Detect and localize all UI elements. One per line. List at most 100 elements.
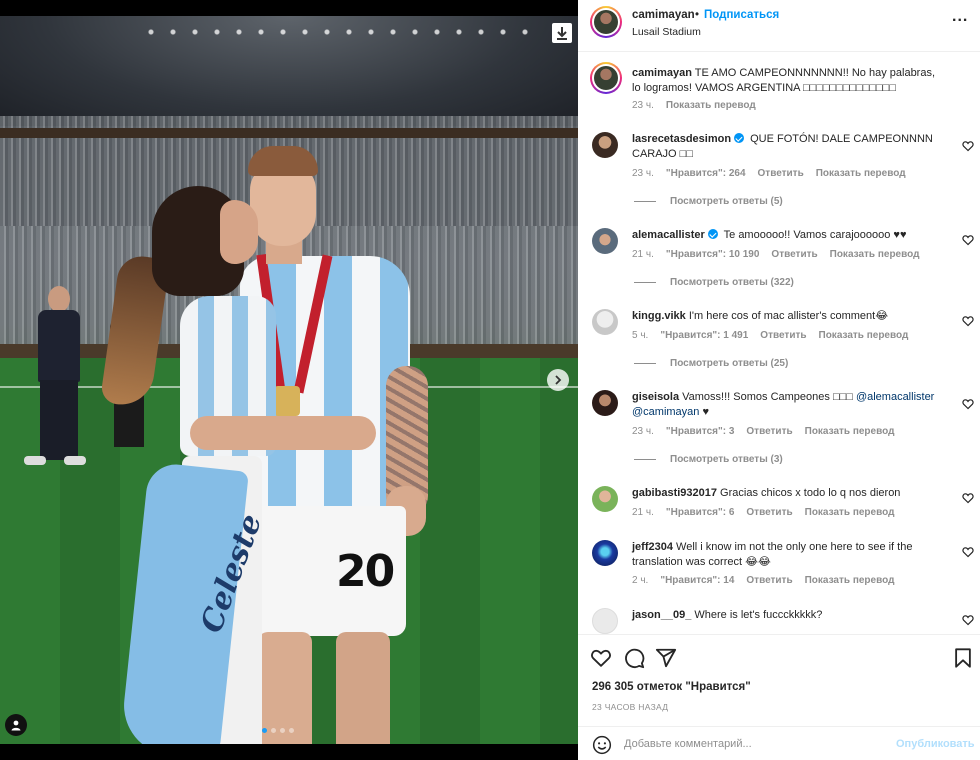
carousel-dot (289, 728, 294, 733)
comment-icon[interactable] (623, 647, 645, 669)
separator-dot: • (695, 9, 700, 21)
reply-button[interactable]: Ответить (760, 330, 806, 341)
translate-link[interactable]: Показать перевод (819, 330, 909, 341)
share-icon[interactable] (655, 647, 677, 669)
like-comment-heart-icon[interactable] (962, 614, 974, 626)
comment-body: Well i know im not the only one here to … (632, 541, 913, 568)
comment-input[interactable] (624, 734, 884, 754)
comment-likes[interactable]: "Нравится": 10 190 (666, 249, 760, 260)
comment-body: Vamoss!!! Somos Campeones □□□ (679, 391, 856, 403)
view-replies-button[interactable]: Посмотреть ответы (3) (634, 454, 783, 465)
comment-text: gabibasti932017 Gracias chicos x todo lo… (632, 486, 942, 501)
mention-link[interactable]: @camimayan (632, 406, 699, 418)
comment-username[interactable]: gabibasti932017 (632, 487, 717, 499)
like-comment-heart-icon[interactable] (962, 398, 974, 410)
comment-time: 23 ч. (632, 100, 654, 111)
like-comment-heart-icon[interactable] (962, 140, 974, 152)
comment-meta: 5 ч. "Нравится": 1 491 Ответить Показать пе… (632, 330, 920, 341)
comment-username[interactable]: kingg.vikk (632, 310, 686, 322)
carousel-dot (271, 728, 276, 733)
carousel-dot (280, 728, 285, 733)
avatar[interactable] (590, 6, 622, 38)
comment-meta: 2 ч. "Нравится": 14 Ответить Показать перев… (632, 575, 906, 586)
heart-icon[interactable] (590, 647, 612, 669)
avatar[interactable] (592, 309, 618, 335)
avatar[interactable] (592, 390, 618, 416)
translate-link[interactable]: Показать перевод (816, 168, 906, 179)
avatar[interactable] (590, 62, 622, 94)
comments-list[interactable]: camimayan TE AMO CAMPEONNNNNNN!! No hay … (578, 52, 980, 634)
translate-link[interactable]: Показать перевод (805, 507, 895, 518)
comment-username[interactable]: camimayan (632, 67, 692, 79)
avatar[interactable] (592, 608, 618, 634)
comment-likes[interactable]: "Нравится": 264 (666, 168, 746, 179)
translate-link[interactable]: Показать перевод (805, 575, 895, 586)
comment-likes[interactable]: "Нравится": 6 (666, 507, 735, 518)
location-link[interactable]: Lusail Stadium (632, 26, 701, 38)
bookmark-icon[interactable] (952, 647, 974, 669)
comment-username[interactable]: jeff2304 (632, 541, 673, 553)
translate-link[interactable]: Показать перевод (666, 100, 756, 111)
view-replies-button[interactable]: Посмотреть ответы (322) (634, 277, 794, 288)
user-tag-icon[interactable] (5, 714, 27, 736)
comment-text: kingg.vikk I'm here cos of mac allister'… (632, 309, 942, 324)
comment-text: alemacallister Te amooooo!! Vamos carajo… (632, 228, 942, 243)
comment-meta: 23 ч. "Нравится": 3 Ответить Показать перев… (632, 426, 906, 437)
comment-meta: 23 ч. Показать перевод (632, 100, 768, 111)
like-comment-heart-icon[interactable] (962, 546, 974, 558)
comment-username[interactable]: lasrecetasdesimon (632, 133, 731, 145)
comment-body: Te amooooo!! Vamos carajoooooo ♥♥ (720, 229, 907, 241)
comment-time: 5 ч. (632, 330, 649, 341)
comment-meta: 21 ч. "Нравится": 10 190 Ответить Показать … (632, 249, 931, 260)
carousel-dots (262, 728, 294, 733)
comment-username[interactable]: alemacallister (632, 229, 705, 241)
comment-time: 23 ч. (632, 168, 654, 179)
comment-likes[interactable]: "Нравится": 1 491 (660, 330, 748, 341)
jersey-number: 20 (336, 546, 395, 597)
avatar[interactable] (592, 486, 618, 512)
view-replies-button[interactable]: Посмотреть ответы (5) (634, 196, 783, 207)
comment-username[interactable]: jason__09_ (632, 609, 691, 621)
comment-text: jeff2304 Well i know im not the only one… (632, 540, 942, 570)
follow-button[interactable]: Подписаться (704, 9, 779, 21)
comment-meta: 23 ч. "Нравится": 264 Ответить Показать пер… (632, 168, 918, 179)
comment-body: I'm here cos of mac allister's comment😂 (685, 310, 889, 322)
comment-text: giseisola Vamoss!!! Somos Campeones □□□ … (632, 390, 942, 420)
author-username[interactable]: camimayan (632, 9, 695, 21)
reply-button[interactable]: Ответить (746, 507, 792, 518)
like-comment-heart-icon[interactable] (962, 315, 974, 327)
reply-button[interactable]: Ответить (758, 168, 804, 179)
translate-link[interactable]: Показать перевод (805, 426, 895, 437)
reply-button[interactable]: Ответить (771, 249, 817, 260)
comment-body: Gracias chicos x todo lo q nos dieron (717, 487, 901, 499)
like-comment-heart-icon[interactable] (962, 234, 974, 246)
reply-button[interactable]: Ответить (746, 575, 792, 586)
emoji-icon[interactable] (592, 735, 612, 755)
post-sidebar: camimayan • Подписаться Lusail Stadium .… (578, 0, 980, 760)
comment-username[interactable]: giseisola (632, 391, 679, 403)
more-options-icon[interactable]: ... (952, 8, 968, 26)
post-photo[interactable]: 20 Celeste (0, 16, 578, 744)
comment-likes[interactable]: "Нравится": 3 (666, 426, 735, 437)
comment-time: 21 ч. (632, 249, 654, 260)
reply-button[interactable]: Ответить (746, 426, 792, 437)
stadium-banner (0, 128, 578, 138)
avatar[interactable] (592, 132, 618, 158)
avatar[interactable] (592, 228, 618, 254)
translate-link[interactable]: Показать перевод (830, 249, 920, 260)
view-replies-button[interactable]: Посмотреть ответы (25) (634, 358, 788, 369)
likes-count[interactable]: 296 305 отметок "Нравится" (592, 681, 751, 693)
verified-icon (707, 229, 718, 239)
comment-text: jason__09_ Where is let's fuccckkkkk? (632, 608, 942, 623)
stadium-lights (140, 22, 540, 42)
post-time[interactable]: 23 ЧАСОВ НАЗАД (592, 702, 668, 712)
avatar[interactable] (592, 540, 618, 566)
comment-likes[interactable]: "Нравится": 14 (660, 575, 734, 586)
verified-icon (734, 133, 745, 143)
download-icon[interactable] (552, 23, 572, 43)
chevron-right-icon[interactable] (547, 369, 569, 391)
caption-text: camimayan TE AMO CAMPEONNNNNNN!! No hay … (632, 66, 942, 96)
mention-link[interactable]: @alemacallister (856, 391, 934, 403)
like-comment-heart-icon[interactable] (962, 492, 974, 504)
publish-button[interactable]: Опубликовать (896, 738, 975, 750)
